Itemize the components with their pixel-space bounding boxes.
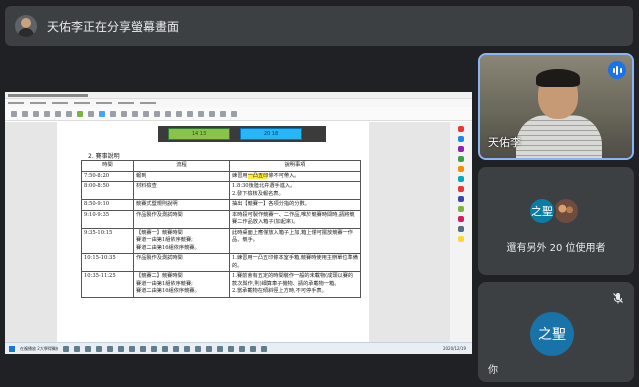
document-page: 14 13 20 18 2. 賽事說明 時間 流程 說明事項 7:50-8:20… — [57, 122, 369, 342]
self-name: 你 — [488, 365, 498, 376]
window-toolbar — [5, 107, 472, 121]
presenter-video-tile[interactable]: 天佑李 — [478, 53, 634, 160]
col-header-time: 時間 — [81, 160, 134, 172]
blue-box: 20 18 — [240, 128, 302, 140]
col-header-note: 說明事項 — [229, 160, 361, 172]
taskbar-clock: 2020/12/19 — [442, 346, 466, 351]
taskbar-task: 在複播放 2大學得醫練 — [20, 345, 58, 351]
presenting-message: 天佑李正在分享螢幕畫面 — [47, 19, 180, 34]
shared-screen: 14 13 20 18 2. 賽事說明 時間 流程 說明事項 7:50-8:20… — [5, 92, 472, 354]
green-box: 14 13 — [168, 128, 230, 140]
table-row: 8:50-9:10 競賽式暨規則說明 抽出【競賽一】各項分指的分數。 — [81, 199, 361, 211]
table-row: 7:50-8:20 報到 練習用一凸五印條不可帶入。 — [81, 170, 361, 183]
side-tool-panel — [450, 122, 472, 342]
highlighted-text: 一凸五印 — [247, 172, 269, 179]
col-header-flow: 流程 — [133, 160, 230, 172]
self-view-tile[interactable]: 之聖 你 — [478, 282, 634, 382]
window-titlebar — [5, 92, 472, 99]
mic-off-icon — [613, 293, 623, 304]
schedule-table: 時間 流程 說明事項 7:50-8:20 報到 練習用一凸五印條不可帶入。 8:… — [81, 160, 361, 298]
table-row: 9:35-10:15 【競賽一】競賽時間 賽道一由第1組依序競賽; 賽道二由第1… — [81, 227, 361, 255]
participant-avatar: 之聖 — [528, 197, 556, 225]
presenter-name: 天佑李 — [488, 136, 521, 149]
start-icon — [9, 345, 15, 352]
table-row: 9:10-9:35 作品製作及測試時間 本時段可製作競賽一、二作品,唯於競賽時間… — [81, 209, 361, 229]
document-area: 14 13 20 18 2. 賽事說明 時間 流程 說明事項 7:50-8:20… — [5, 122, 450, 342]
window-menubar — [5, 99, 472, 107]
self-avatar: 之聖 — [530, 312, 574, 356]
os-taskbar: 在複播放 2大學得醫練 2020/12/19 — [5, 342, 472, 354]
presenter-avatar — [15, 15, 37, 37]
score-boxes: 14 13 20 18 — [158, 126, 326, 142]
presentation-banner: 天佑李正在分享螢幕畫面 — [5, 6, 633, 46]
table-row: 10:15-10:35 作品製作及測試時間 1.練習用一凸五印條本室手箱,競賽時… — [81, 253, 361, 273]
speaking-indicator-icon — [608, 61, 626, 79]
section-title: 2. 賽事說明 — [88, 153, 120, 160]
participant-photo-avatar — [552, 197, 580, 225]
table-row: 8:00-8:50 材料檢查 1.8:30後陸北弁選手進入。 2.發下檢核及報名… — [81, 181, 361, 201]
other-participants-count: 還有另外 20 位使用者 — [506, 243, 606, 254]
other-participants-tile[interactable]: 之聖 還有另外 20 位使用者 — [478, 167, 634, 275]
table-row: 10:35-11:25 【競賽二】競賽時間 賽道一由第1組依序競賽; 賽道二由第… — [81, 271, 361, 298]
